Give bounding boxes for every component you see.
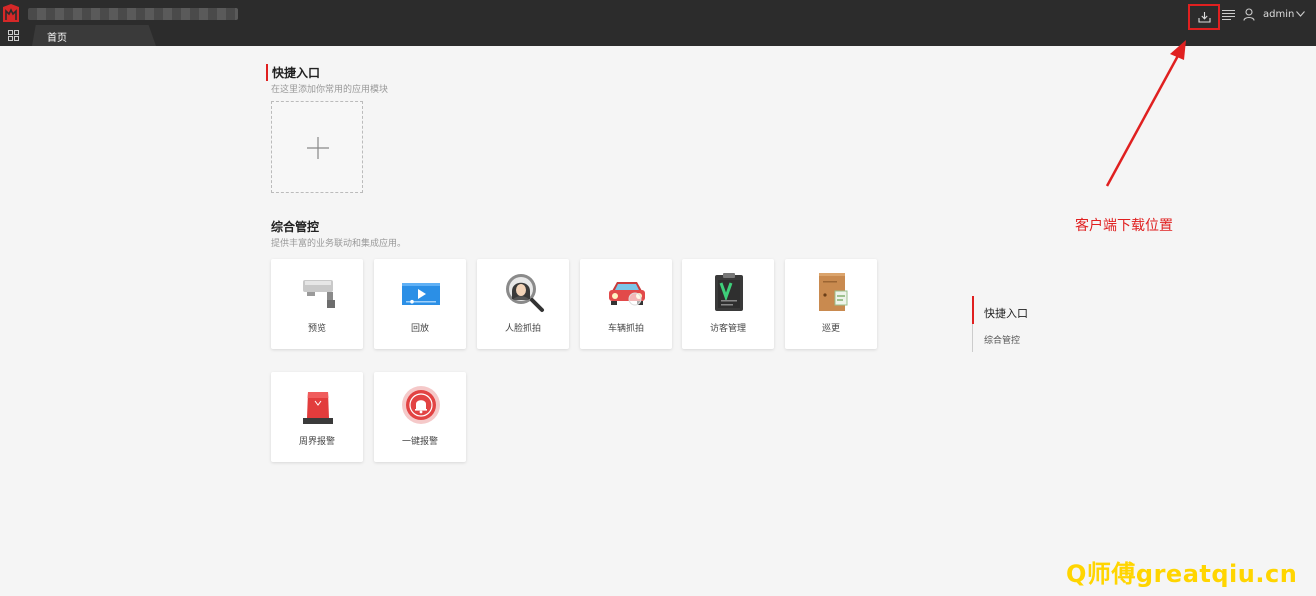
car-icon [609, 282, 645, 306]
card-preview[interactable]: 预览 [271, 259, 363, 349]
quick-entry-subtitle: 在这里添加你常用的应用模块 [271, 85, 389, 95]
annotation-label: 客户端下载位置 [1075, 218, 1173, 234]
menu-list-icon[interactable] [1222, 9, 1235, 21]
top-bar: 首页 admin [0, 0, 1316, 46]
card-vehicle-capture[interactable]: 车辆抓拍 [580, 259, 672, 349]
anchor-active-indicator [972, 296, 974, 324]
brand-logo-icon [3, 4, 19, 22]
chevron-down-icon[interactable] [1296, 11, 1305, 17]
card-label: 预览 [307, 324, 326, 334]
integrated-control-subtitle: 提供丰富的业务联动和集成应用。 [271, 239, 407, 249]
card-face-capture[interactable]: 人脸抓拍 [477, 259, 569, 349]
card-label: 人脸抓拍 [504, 324, 541, 334]
card-playback[interactable]: 回放 [374, 259, 466, 349]
camera-icon [303, 280, 335, 308]
alarm-light-icon [303, 392, 333, 424]
tab-home-label: 首页 [47, 33, 67, 44]
card-perimeter-alarm[interactable]: 周界报警 [271, 372, 363, 462]
card-visitor-management[interactable]: 访客管理 [682, 259, 774, 349]
tab-home[interactable]: 首页 [32, 25, 156, 46]
visitor-clipboard-icon [715, 273, 743, 311]
card-label: 回放 [410, 324, 429, 334]
integrated-control-title: 综合管控 [271, 220, 320, 234]
app-grid-icon[interactable] [8, 30, 19, 41]
patrol-door-icon [819, 273, 848, 311]
add-module-button[interactable] [271, 101, 363, 193]
client-download-button[interactable] [1188, 4, 1220, 30]
username[interactable]: admin [1263, 9, 1294, 20]
card-label: 访客管理 [709, 324, 746, 334]
plus-icon [307, 137, 329, 159]
anchor-nav: 快捷入口 综合管控 [972, 296, 1082, 352]
card-label: 巡更 [821, 324, 840, 334]
anchor-item-integrated-control[interactable]: 综合管控 [984, 333, 1020, 346]
download-icon [1197, 12, 1211, 23]
playback-icon [402, 283, 440, 305]
card-label: 车辆抓拍 [607, 324, 644, 334]
app-title-blurred [28, 8, 238, 20]
anchor-item-quick-entry[interactable]: 快捷入口 [984, 305, 1028, 321]
card-one-key-alarm[interactable]: 一键报警 [374, 372, 466, 462]
user-icon[interactable] [1243, 8, 1255, 21]
watermark: Q师傅greatqiu.cn [1066, 560, 1298, 588]
card-label: 一键报警 [401, 437, 438, 447]
card-label: 周界报警 [298, 437, 335, 447]
quick-entry-title: 快捷入口 [266, 64, 320, 81]
alarm-bell-icon [402, 386, 440, 424]
face-search-icon [506, 274, 544, 312]
card-patrol[interactable]: 巡更 [785, 259, 877, 349]
